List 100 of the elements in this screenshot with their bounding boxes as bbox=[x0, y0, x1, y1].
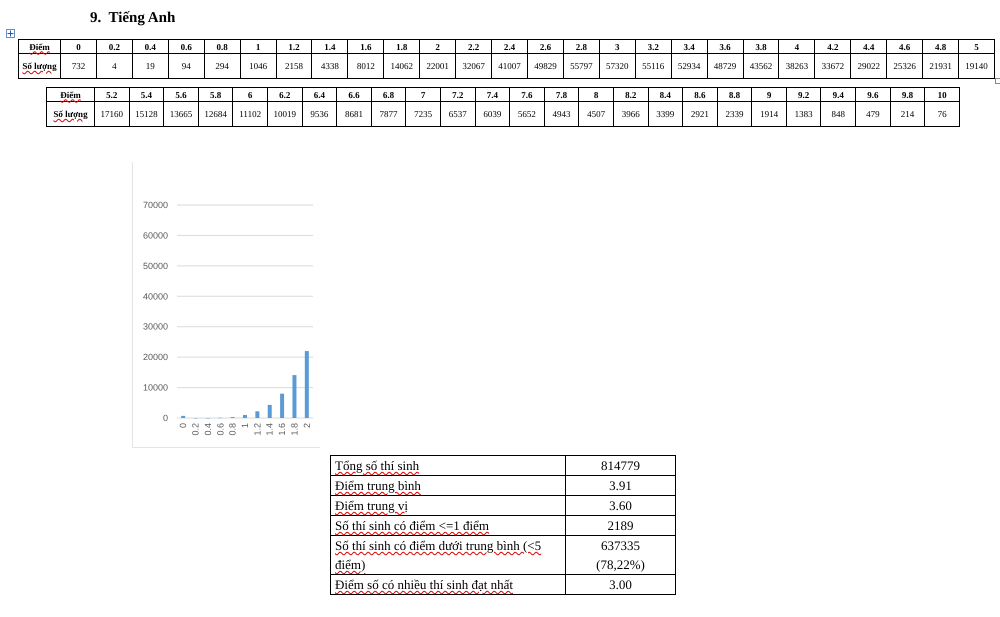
table-cell: Điểm trung bình bbox=[330, 476, 566, 496]
header-cell: 7.8 bbox=[544, 88, 579, 102]
table-cell: 1914 bbox=[752, 102, 786, 126]
table-cell: 33672 bbox=[814, 54, 851, 78]
table-cell: 214 bbox=[890, 102, 925, 126]
chart-bar bbox=[243, 414, 247, 418]
table-cell: 13665 bbox=[164, 102, 198, 126]
table-cell: 25326 bbox=[886, 54, 923, 78]
table-cell: Số thí sinh có điểm dưới trung bình (<5 điểm) bbox=[330, 536, 566, 574]
table-cell: 52934 bbox=[671, 54, 708, 78]
table-cell: 479 bbox=[856, 102, 890, 126]
table-cell: Điểm số có nhiều thí sinh đạt nhất bbox=[330, 574, 566, 594]
table-cell: 94 bbox=[168, 54, 204, 78]
header-cell: 2.6 bbox=[527, 40, 564, 54]
header-cell: 5.8 bbox=[198, 88, 233, 102]
header-cell: 1.2 bbox=[276, 40, 312, 54]
chart-bar bbox=[255, 411, 260, 418]
axis-label: 0.6 bbox=[215, 423, 226, 436]
table-cell: 32067 bbox=[456, 54, 492, 78]
table-cell: 3966 bbox=[613, 102, 648, 126]
chart-bar bbox=[181, 416, 186, 418]
axis-label: 20000 bbox=[142, 352, 168, 362]
header-cell: 9.2 bbox=[786, 88, 821, 102]
axis-label: 30000 bbox=[142, 322, 168, 332]
axis-label: 1.6 bbox=[277, 423, 288, 436]
header-cell: 5.4 bbox=[129, 88, 164, 102]
table-cell: 38263 bbox=[778, 54, 815, 78]
header-cell: 4.4 bbox=[850, 40, 887, 54]
axis-label: 0.2 bbox=[190, 423, 201, 436]
header-cell: 7.6 bbox=[510, 88, 544, 102]
table-cell: 6537 bbox=[440, 102, 476, 126]
table-cell: 41007 bbox=[492, 54, 528, 78]
axis-label: 1.4 bbox=[264, 423, 275, 436]
header-cell: 4.6 bbox=[886, 40, 923, 54]
table-cell: 43562 bbox=[743, 54, 779, 78]
axis-label: 50000 bbox=[142, 260, 168, 271]
table-cell: 814779 bbox=[566, 456, 676, 476]
axis-label: 2 bbox=[302, 423, 312, 428]
header-cell: 7.4 bbox=[475, 88, 510, 102]
table-cell: 14062 bbox=[384, 54, 420, 78]
axis-label: 70000 bbox=[142, 200, 168, 210]
table-cell: 848 bbox=[820, 102, 856, 126]
table-cell: 48729 bbox=[707, 54, 744, 78]
header-cell: 9.8 bbox=[890, 88, 925, 102]
table-cell: 76 bbox=[924, 102, 960, 126]
axis-label: 60000 bbox=[142, 230, 168, 240]
table-cell: 11102 bbox=[232, 102, 268, 126]
axis-label: 0 bbox=[178, 423, 188, 428]
table-cell: 2921 bbox=[682, 102, 718, 126]
axis-label: 0.8 bbox=[228, 423, 238, 436]
header-cell: 1.4 bbox=[312, 40, 348, 54]
header-cell: 7.2 bbox=[440, 88, 476, 102]
header-cell: 4 bbox=[778, 40, 815, 54]
resize-handle-icon[interactable] bbox=[995, 78, 1000, 84]
header-cell: 8 bbox=[578, 88, 614, 102]
header-cell: 8.4 bbox=[648, 88, 683, 102]
header-cell: Điểm bbox=[18, 40, 60, 54]
header-cell: 5.2 bbox=[94, 88, 130, 102]
table-cell: 3.00 bbox=[566, 574, 676, 594]
table-cell: 7877 bbox=[371, 102, 406, 126]
table-cell: 7235 bbox=[406, 102, 440, 126]
table-cell: Số lượng bbox=[46, 102, 94, 126]
table-cell: 8681 bbox=[336, 102, 372, 126]
axis-label: 1.2 bbox=[252, 423, 262, 436]
table-cell: 732 bbox=[60, 54, 96, 78]
header-cell: 1 bbox=[240, 40, 276, 54]
header-cell: 8.2 bbox=[613, 88, 648, 102]
table-cell: 3399 bbox=[648, 102, 683, 126]
section-heading: 9. Tiếng Anh bbox=[90, 10, 176, 27]
table-cell: 21931 bbox=[922, 54, 959, 78]
header-cell: 6.4 bbox=[302, 88, 337, 102]
move-handle-icon[interactable] bbox=[6, 29, 15, 38]
table-cell: 637335 (78,22%) bbox=[566, 536, 676, 574]
axis-label: 10000 bbox=[142, 382, 168, 393]
header-cell: 0 bbox=[60, 40, 96, 54]
table-cell: 1383 bbox=[786, 102, 821, 126]
header-cell: 1.6 bbox=[348, 40, 384, 54]
table-cell: 4507 bbox=[578, 102, 614, 126]
header-cell: 3.6 bbox=[707, 40, 744, 54]
header-cell: 9.6 bbox=[856, 88, 890, 102]
header-cell: 3.4 bbox=[671, 40, 708, 54]
header-cell: 1.8 bbox=[384, 40, 420, 54]
table-cell: 49829 bbox=[527, 54, 564, 78]
table-cell: 294 bbox=[204, 54, 240, 78]
table-cell: 17160 bbox=[94, 102, 130, 126]
header-cell: 4.8 bbox=[922, 40, 959, 54]
table-cell: 15128 bbox=[129, 102, 164, 126]
table-cell: 8012 bbox=[348, 54, 384, 78]
header-cell: 5 bbox=[958, 40, 994, 54]
table-cell: 29022 bbox=[850, 54, 887, 78]
header-cell: Điểm bbox=[46, 88, 94, 102]
table-cell: 57320 bbox=[599, 54, 636, 78]
table-cell: Điểm trung vị bbox=[330, 496, 566, 516]
chart-bar bbox=[292, 375, 296, 418]
table-cell: 22001 bbox=[420, 54, 456, 78]
header-cell: 8.8 bbox=[717, 88, 752, 102]
table-cell: Số thí sinh có điểm <=1 điểm bbox=[330, 516, 566, 536]
header-cell: 0.8 bbox=[204, 40, 240, 54]
header-cell: 6.2 bbox=[267, 88, 302, 102]
table-cell: Tổng số thí sinh bbox=[330, 456, 566, 476]
